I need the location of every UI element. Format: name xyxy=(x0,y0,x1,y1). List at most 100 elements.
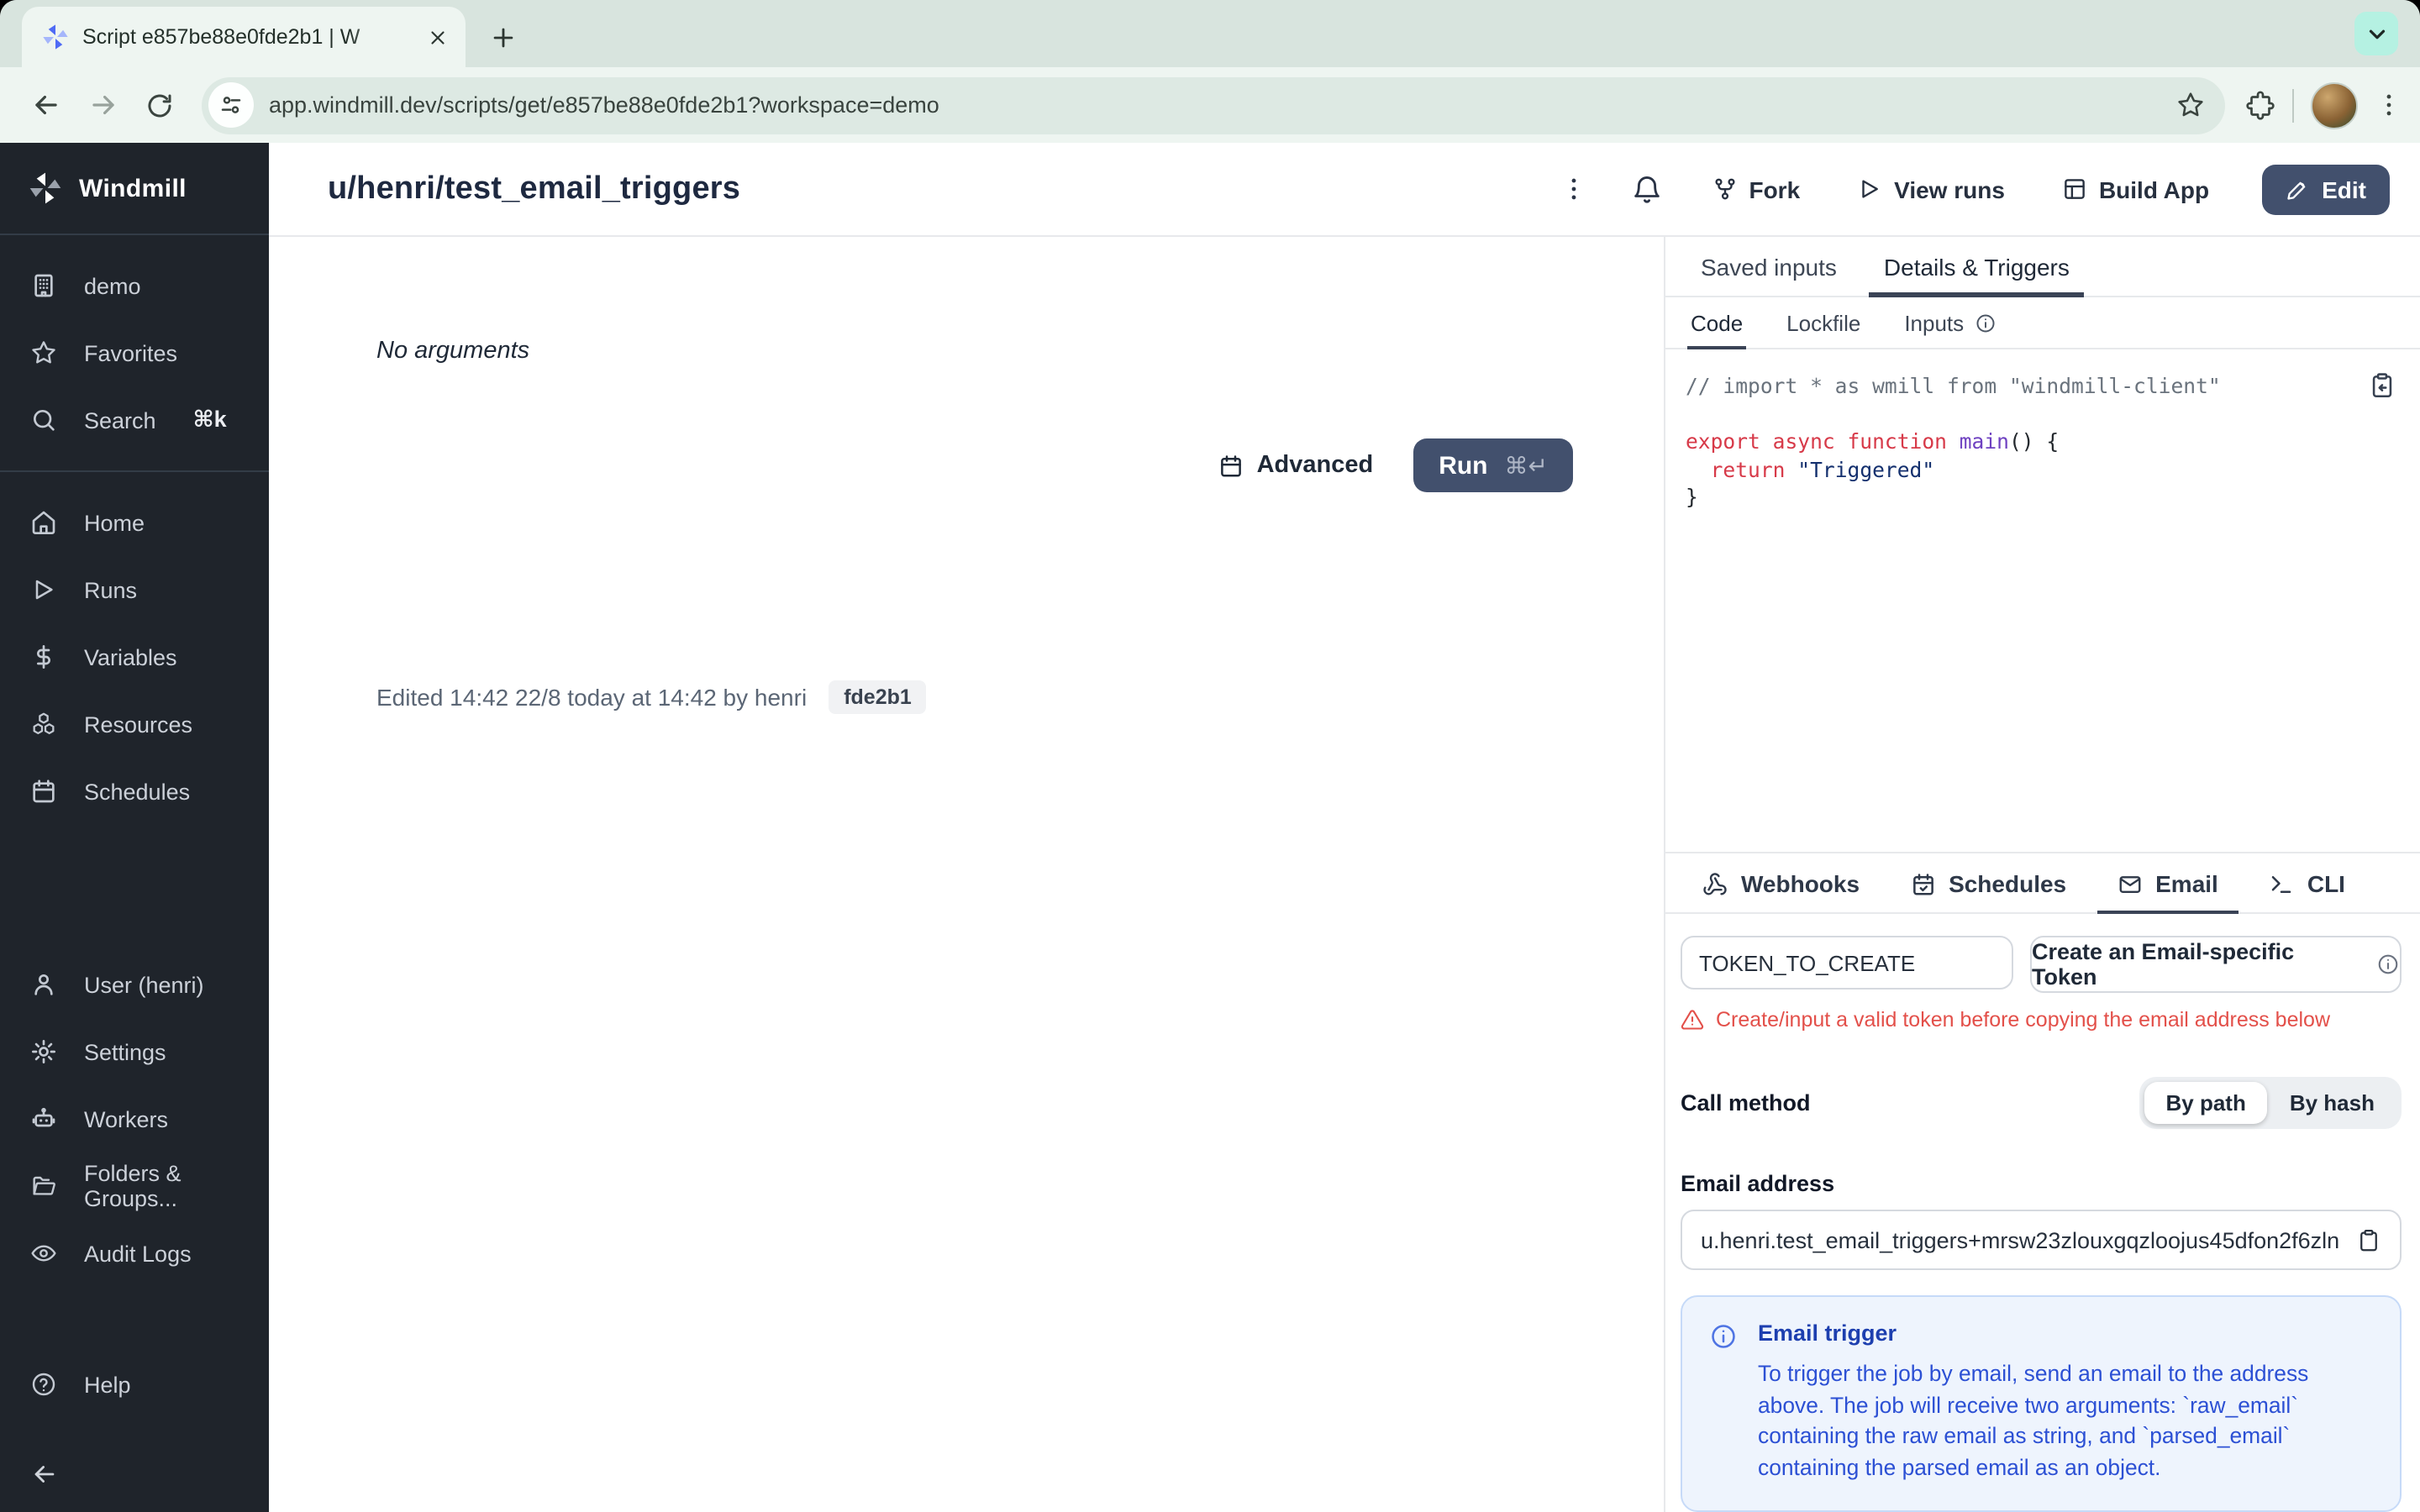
edit-label: Edit xyxy=(2322,176,2366,202)
new-tab-button[interactable] xyxy=(489,24,518,52)
main-area: u/henri/test_email_triggers Fork View run… xyxy=(269,143,2420,1512)
main-body: No arguments Advanced Run ⌘↵ Edited 14:4… xyxy=(269,237,2420,1512)
terminal-icon xyxy=(2269,871,2294,896)
help-icon xyxy=(30,1371,57,1398)
trigger-tab-schedules[interactable]: Schedules xyxy=(1890,853,2086,914)
code-line: return "Triggered" xyxy=(1710,458,1935,481)
sidebar-item-label: Variables xyxy=(84,644,177,669)
token-row: Create an Email-specific Token xyxy=(1681,936,2402,994)
sidebar-item-home[interactable]: Home xyxy=(0,489,269,556)
code-line: // import * as wmill from "windmill-clie… xyxy=(1686,375,2221,398)
sidebar-item-search[interactable]: Search ⌘k xyxy=(0,386,269,454)
extensions-icon[interactable] xyxy=(2245,90,2275,120)
sidebar-brand[interactable]: Windmill xyxy=(0,143,269,235)
browser-menu-icon[interactable] xyxy=(2375,91,2403,119)
view-runs-button[interactable]: View runs xyxy=(1857,176,2005,202)
sidebar-item-label: Help xyxy=(84,1372,131,1397)
forward-button[interactable] xyxy=(77,80,128,130)
code-line: } xyxy=(1686,486,1698,509)
trigger-tab-email[interactable]: Email xyxy=(2096,853,2238,915)
sidebar-item-workers[interactable]: Workers xyxy=(0,1085,269,1152)
trigger-tab-webhooks[interactable]: Webhooks xyxy=(1682,853,1880,914)
sidebar-item-audit-logs[interactable]: Audit Logs xyxy=(0,1220,269,1287)
window-chevron-button[interactable] xyxy=(2354,12,2398,55)
sidebar-item-user-henri[interactable]: User (henri) xyxy=(0,951,269,1018)
email-address-field[interactable]: u.henri.test_email_triggers+mrsw23zlouxg… xyxy=(1681,1210,2402,1271)
browser-tabstrip: Script e857be88e0fde2b1 | W xyxy=(0,0,2420,67)
advanced-label: Advanced xyxy=(1256,452,1374,479)
fork-button[interactable]: Fork xyxy=(1712,176,1800,202)
pencil-icon xyxy=(2285,177,2308,201)
no-arguments-text: No arguments xyxy=(376,338,530,365)
notifications-bell-icon[interactable] xyxy=(1631,174,1661,204)
trigger-tab-cli[interactable]: CLI xyxy=(2249,853,2365,914)
sidebar-item-label: Favorites xyxy=(84,340,178,365)
sidebar-item-resources[interactable]: Resources xyxy=(0,690,269,758)
bookmark-star-icon[interactable] xyxy=(2176,91,2205,119)
code-lines: // import * as wmill from "windmill-clie… xyxy=(1686,373,2400,512)
script-hash-badge[interactable]: fde2b1 xyxy=(829,680,927,714)
mail-icon xyxy=(2117,871,2142,896)
run-button[interactable]: Run ⌘↵ xyxy=(1413,438,1573,492)
user-icon xyxy=(30,971,57,998)
search-icon xyxy=(30,407,57,433)
tab-close-icon[interactable] xyxy=(422,22,452,52)
sidebar-collapse-button[interactable] xyxy=(0,1435,269,1512)
url-bar[interactable]: app.windmill.dev/scripts/get/e857be88e0f… xyxy=(202,76,2225,134)
sidebar-item-variables[interactable]: Variables xyxy=(0,623,269,690)
tab-inputs[interactable]: Inputs xyxy=(1901,297,1999,349)
sidebar: Windmill demo Favorites Search ⌘k Home Runs V… xyxy=(0,143,269,1512)
sidebar-item-label: Search xyxy=(84,407,156,433)
code-tabs: Code Lockfile Inputs xyxy=(1665,297,2420,349)
play-icon xyxy=(1857,176,1882,202)
sidebar-item-help[interactable]: Help xyxy=(0,1351,269,1418)
copy-email-icon[interactable] xyxy=(2356,1227,2381,1252)
windmill-logo-icon xyxy=(29,171,62,205)
page-title: u/henri/test_email_triggers xyxy=(328,171,741,206)
toolbar-divider xyxy=(2292,88,2294,122)
sidebar-item-label: Runs xyxy=(84,577,138,602)
token-warning: Create/input a valid token before copyin… xyxy=(1681,1008,2402,1032)
sidebar-item-label: Resources xyxy=(84,711,193,737)
screen: Script e857be88e0fde2b1 | W app.windmill… xyxy=(0,0,2420,1512)
reload-button[interactable] xyxy=(134,80,185,130)
advanced-button[interactable]: Advanced xyxy=(1218,452,1374,479)
tab-title: Script e857be88e0fde2b1 | W xyxy=(82,25,360,49)
tab-lockfile[interactable]: Lockfile xyxy=(1783,297,1864,349)
sidebar-item-label: Settings xyxy=(84,1039,166,1064)
build-app-button[interactable]: Build App xyxy=(2062,176,2209,202)
sidebar-item-folders-groups[interactable]: Folders & Groups... xyxy=(0,1152,269,1220)
sidebar-item-schedules[interactable]: Schedules xyxy=(0,758,269,825)
building-icon xyxy=(30,272,57,299)
info-icon xyxy=(1974,312,1996,334)
browser-tab[interactable]: Script e857be88e0fde2b1 | W xyxy=(22,7,466,67)
by-hash-option[interactable]: By hash xyxy=(2268,1082,2396,1124)
app-content: Windmill demo Favorites Search ⌘k Home Runs V… xyxy=(0,143,2420,1512)
code-viewer: // import * as wmill from "windmill-clie… xyxy=(1665,349,2420,852)
token-input[interactable] xyxy=(1681,936,2013,990)
profile-avatar[interactable] xyxy=(2311,81,2358,129)
email-address-value: u.henri.test_email_triggers+mrsw23zlouxg… xyxy=(1701,1227,2341,1253)
site-settings-button[interactable] xyxy=(208,82,254,128)
sidebar-item-label: Workers xyxy=(84,1106,169,1131)
sidebar-item-label: User (henri) xyxy=(84,972,204,997)
more-options-button[interactable] xyxy=(1559,175,1587,203)
create-token-button[interactable]: Create an Email-specific Token xyxy=(2030,936,2402,994)
tab-code[interactable]: Code xyxy=(1687,297,1747,349)
details-panel-tabs: Saved inputs Details & Triggers xyxy=(1665,237,2420,297)
edit-button[interactable]: Edit xyxy=(2261,164,2390,214)
tab-details-triggers[interactable]: Details & Triggers xyxy=(1868,237,2085,297)
url-text[interactable]: app.windmill.dev/scripts/get/e857be88e0f… xyxy=(269,92,2163,118)
brand-name: Windmill xyxy=(79,174,187,202)
sidebar-item-settings[interactable]: Settings xyxy=(0,1018,269,1085)
call-method-label: Call method xyxy=(1681,1090,1811,1116)
calendar-icon xyxy=(30,778,57,805)
back-button[interactable] xyxy=(20,80,71,130)
sidebar-item-runs[interactable]: Runs xyxy=(0,556,269,623)
by-path-option[interactable]: By path xyxy=(2144,1082,2268,1125)
sidebar-item-favorites[interactable]: Favorites xyxy=(0,319,269,386)
copy-code-icon[interactable] xyxy=(2368,371,2396,400)
tab-saved-inputs[interactable]: Saved inputs xyxy=(1686,237,1852,297)
sidebar-item-demo[interactable]: demo xyxy=(0,252,269,319)
run-row: Advanced Run ⌘↵ xyxy=(1218,438,1573,492)
